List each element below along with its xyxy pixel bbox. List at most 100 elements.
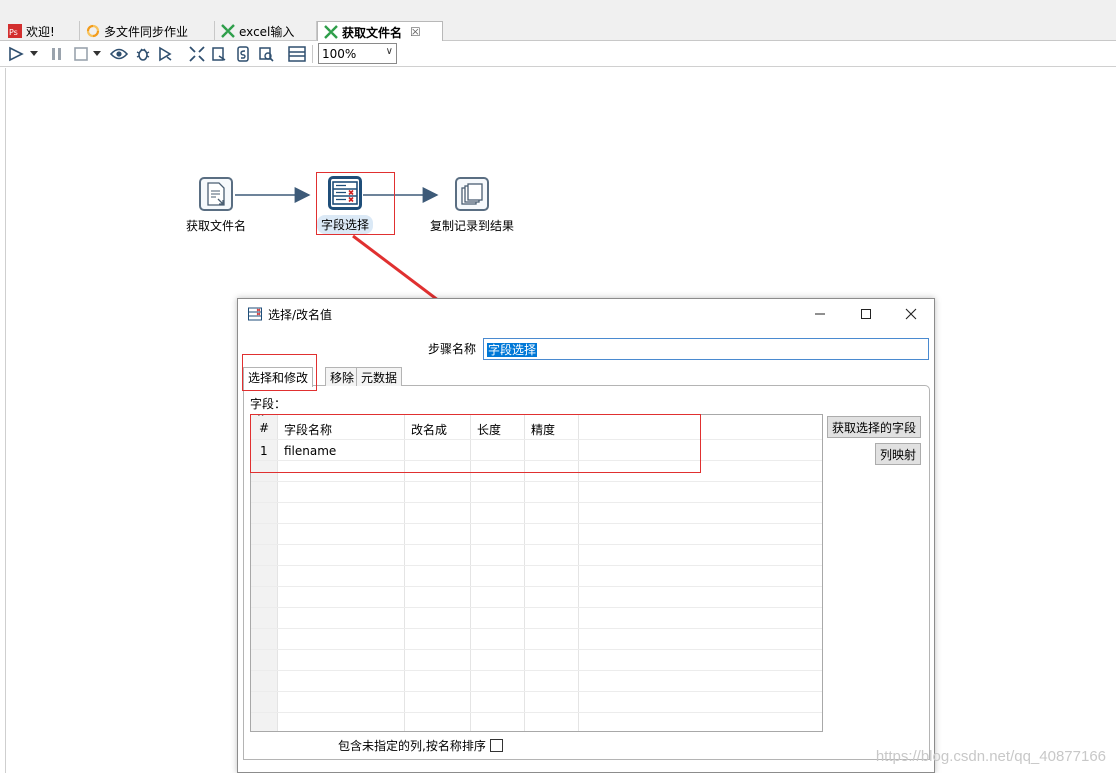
tab-label: 欢迎!	[26, 24, 55, 39]
step-copy-rows-to-result[interactable]: 复制记录到结果	[426, 177, 518, 235]
row-divider	[251, 649, 822, 650]
editor-tab-bar: Ps 欢迎! 多文件同步作业 excel输入 获取文件名 ☒	[0, 0, 1116, 42]
row-divider	[251, 502, 822, 503]
chevron-down-icon	[30, 51, 38, 56]
zoom-select[interactable]: 100% ∨	[318, 43, 397, 64]
column-divider	[578, 415, 579, 731]
pause-icon	[52, 48, 61, 60]
include-unspecified-checkbox[interactable]	[489, 739, 503, 752]
run-button[interactable]	[6, 44, 26, 64]
row-divider	[251, 460, 822, 461]
step-label: 字段选择	[316, 215, 373, 234]
step-select-values[interactable]: 字段选择	[313, 176, 377, 234]
step-label: 获取文件名	[186, 219, 247, 233]
column-mapping-button[interactable]: 列映射	[875, 443, 921, 465]
column-divider	[524, 415, 525, 731]
row-divider	[251, 670, 822, 671]
fields-table[interactable]: ^ # 字段名称 改名成 长度 精度 1 filename	[250, 414, 823, 732]
job-icon	[86, 24, 100, 38]
impact-icon	[212, 47, 226, 61]
tab-welcome[interactable]: Ps 欢迎!	[2, 21, 80, 41]
pdi-logo-icon: Ps	[8, 24, 22, 38]
include-unspecified-label: 包含未指定的列,按名称排序	[338, 739, 486, 753]
column-divider	[470, 415, 471, 731]
row-divider	[251, 523, 822, 524]
zoom-value: 100%	[322, 46, 357, 61]
tab-get-filenames[interactable]: 获取文件名 ☒	[317, 21, 443, 42]
row-divider	[251, 565, 822, 566]
explore-db-icon	[259, 47, 274, 62]
close-icon[interactable]: ☒	[410, 25, 421, 39]
run-options-dropdown[interactable]	[28, 44, 40, 64]
results-panel-icon	[288, 46, 306, 62]
row-divider	[251, 628, 822, 629]
row-number-column	[251, 415, 277, 731]
minimize-icon	[815, 313, 825, 315]
minimize-button[interactable]	[805, 303, 835, 325]
column-header[interactable]: 精度	[531, 421, 555, 438]
maximize-button[interactable]	[851, 303, 881, 325]
row-divider	[251, 691, 822, 692]
toolbar-separator	[312, 45, 313, 63]
tab-label: 选择和修改	[248, 371, 309, 385]
row-divider	[251, 586, 822, 587]
explore-db-button[interactable]	[256, 44, 276, 64]
step-name-value: 字段选择	[487, 343, 538, 357]
column-divider	[277, 415, 278, 731]
pause-button[interactable]	[47, 44, 67, 64]
replay-button[interactable]	[155, 44, 175, 64]
sql-button[interactable]	[233, 44, 253, 64]
impact-button[interactable]	[209, 44, 229, 64]
row-number: 1	[260, 444, 268, 458]
tab-label: 移除	[330, 370, 355, 385]
watermark-text: https://blog.csdn.net/qq_40877166	[875, 748, 1106, 765]
step-get-filenames[interactable]: 获取文件名	[186, 177, 246, 235]
step-name-input[interactable]: 字段选择	[483, 338, 929, 360]
chevron-down-icon	[93, 51, 101, 56]
dialog-title-bar: 选择/改名值	[248, 305, 332, 323]
preview-button[interactable]	[109, 44, 129, 64]
tab-multi-file-job[interactable]: 多文件同步作业	[80, 21, 215, 41]
toolbar: 100% ∨	[0, 41, 1116, 67]
verify-icon	[189, 46, 205, 62]
row-divider	[251, 607, 822, 608]
get-fields-button[interactable]: 获取选择的字段	[827, 416, 921, 438]
tab-metadata[interactable]: 元数据	[356, 367, 403, 386]
row-divider	[251, 481, 822, 482]
get-filenames-icon	[199, 177, 233, 211]
show-results-button[interactable]	[287, 44, 307, 64]
close-button[interactable]	[896, 303, 926, 325]
maximize-icon	[861, 309, 871, 319]
button-label: 列映射	[880, 447, 917, 462]
svg-text:Ps: Ps	[9, 28, 18, 37]
column-header[interactable]: 改名成	[411, 421, 447, 438]
table-cell-field-name[interactable]: filename	[284, 444, 336, 458]
tab-excel-input[interactable]: excel输入	[215, 21, 317, 41]
step-label: 复制记录到结果	[430, 219, 515, 233]
play-icon	[9, 46, 24, 62]
include-unspecified-row: 包含未指定的列,按名称排序	[338, 737, 503, 754]
row-divider	[251, 439, 822, 440]
close-icon	[905, 308, 917, 320]
column-header[interactable]: #	[259, 421, 269, 435]
row-divider	[251, 544, 822, 545]
tab-label: excel输入	[239, 24, 295, 39]
tab-select-and-alter[interactable]: 选择和修改	[243, 367, 314, 387]
debug-button[interactable]	[133, 44, 153, 64]
column-header[interactable]: 字段名称	[284, 421, 332, 438]
bug-icon	[136, 48, 150, 61]
column-header[interactable]: 长度	[477, 421, 501, 438]
row-divider	[251, 712, 822, 713]
copy-rows-to-result-icon	[455, 177, 489, 211]
column-divider	[404, 415, 405, 731]
tab-remove[interactable]: 移除	[325, 367, 360, 386]
tab-label: 多文件同步作业	[104, 24, 189, 39]
verify-button[interactable]	[187, 44, 207, 64]
replay-icon	[159, 46, 172, 62]
tab-label: 获取文件名	[342, 25, 403, 40]
button-label: 获取选择的字段	[832, 420, 917, 435]
stop-options-dropdown[interactable]	[91, 44, 103, 64]
sql-icon	[237, 46, 249, 62]
transformation-icon	[324, 25, 338, 39]
stop-button[interactable]	[71, 44, 91, 64]
